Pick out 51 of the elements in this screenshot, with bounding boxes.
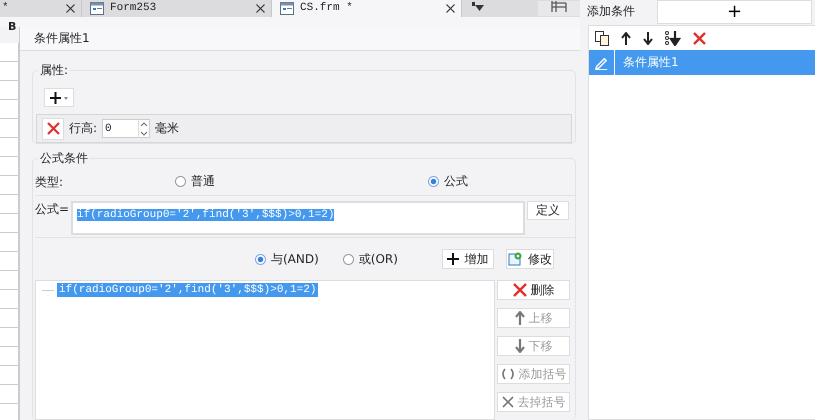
radio-button[interactable] (255, 254, 266, 264)
edit-gear-icon (508, 252, 523, 266)
unit-label: 毫米 (155, 120, 180, 137)
tab-label: Form253 (110, 2, 158, 15)
dialog-title: 条件属性1 (34, 30, 90, 47)
radio-button[interactable] (175, 176, 186, 187)
delete-icon (512, 283, 526, 297)
add-attribute-button[interactable] (44, 88, 74, 107)
arrow-down-icon[interactable] (643, 32, 653, 44)
editor-tab[interactable]: * (0, 0, 82, 17)
arrow-up-icon[interactable] (621, 32, 631, 44)
radio-button[interactable] (342, 254, 354, 264)
delete-icon[interactable] (693, 32, 706, 44)
plus-icon (447, 253, 460, 265)
dropdown-icon[interactable] (472, 2, 484, 12)
arrow-down-icon (514, 339, 524, 353)
modify-condition-button[interactable]: 修改 (506, 249, 554, 269)
bold-button[interactable]: B (8, 21, 16, 33)
move-bottom-icon[interactable] (665, 30, 681, 46)
parentheses-icon (500, 368, 514, 380)
formula-label: 公式= (35, 201, 70, 218)
delete-icon (46, 122, 60, 135)
copy-icon[interactable] (595, 30, 609, 46)
group-legend: 公式条件 (38, 151, 90, 165)
row-height-label: 行高: (69, 120, 98, 137)
delete-button[interactable]: 删除 (497, 280, 570, 300)
radio-label: 或(OR) (358, 250, 398, 268)
plus-dropdown-icon (50, 92, 68, 104)
close-icon[interactable] (446, 4, 455, 13)
close-icon[interactable] (66, 4, 75, 13)
add-condition-button[interactable]: 增加 (442, 249, 494, 269)
grid-layout-icon[interactable] (551, 1, 567, 12)
form-file-icon (280, 2, 294, 15)
tab-label: * (2, 2, 10, 15)
add-condition-button[interactable]: + (657, 0, 812, 24)
radio-label: 公式 (444, 173, 468, 190)
radio-label: 与(AND) (271, 250, 319, 268)
arrow-up-icon (514, 311, 524, 325)
group-legend: 属性: (38, 63, 70, 77)
editor-tab[interactable]: CS.frm * (272, 0, 462, 17)
cross-icon (502, 396, 514, 408)
form-file-icon (90, 2, 104, 15)
remove-attribute-button[interactable] (42, 118, 64, 140)
define-button[interactable]: 定义 (527, 201, 569, 220)
tab-label: CS.frm * (300, 2, 354, 15)
radio-label: 普通 (191, 173, 215, 190)
row-height-spinner[interactable]: 0 (102, 119, 150, 138)
type-label: 类型: (35, 174, 64, 191)
panel-tab[interactable]: 添加条件 (580, 0, 657, 24)
close-icon[interactable] (256, 4, 265, 13)
radio-button[interactable] (428, 176, 439, 187)
